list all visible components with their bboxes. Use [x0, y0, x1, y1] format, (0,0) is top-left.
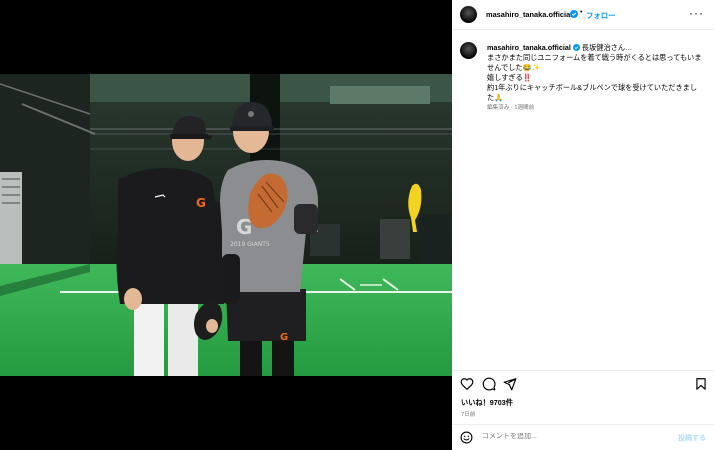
avatar[interactable]: [460, 6, 477, 23]
caption-line-6: た🙏: [487, 93, 504, 102]
left-jersey-logo: G: [196, 196, 206, 210]
photo-scene: G G 2019 GIANTS G: [0, 74, 452, 376]
caption-line-5: 約1年ぶりにキャッチボール&ブルペンで球を受けていただきまし: [487, 83, 698, 92]
post-time[interactable]: 7日前: [461, 410, 475, 418]
post-details-panel: masahiro_tanaka.official • フォロー ··· masa…: [452, 0, 714, 450]
right-shirt-text: 2019 GIANTS: [230, 241, 270, 248]
comment-divider: [452, 424, 714, 425]
heart-icon[interactable]: [460, 377, 474, 391]
caption: masahiro_tanaka.official 長坂健治さん… まさかまた同じ…: [487, 43, 709, 103]
caption-username[interactable]: masahiro_tanaka.official: [487, 43, 571, 52]
emoji-icon[interactable]: [460, 431, 473, 444]
caption-verified-badge-icon: [572, 44, 580, 51]
caption-line-3: せんでした😂✨: [487, 63, 541, 72]
header-separator: •: [580, 9, 583, 16]
caption-meta: 編集済み · 1週間前: [487, 105, 535, 111]
more-icon[interactable]: ···: [689, 6, 704, 20]
verified-badge-icon: [570, 10, 578, 18]
right-shorts-logo: G: [280, 332, 288, 343]
like-count[interactable]: いいね！9703件: [461, 398, 513, 408]
bookmark-icon[interactable]: [694, 377, 708, 391]
post-header: masahiro_tanaka.official • フォロー ···: [452, 0, 714, 30]
post-photo[interactable]: G G 2019 GIANTS G: [0, 74, 452, 376]
caption-text-1: 長坂健治さん…: [581, 43, 633, 52]
post-comment-button[interactable]: 投稿する: [678, 433, 706, 443]
post-media: G G 2019 GIANTS G: [0, 0, 452, 450]
caption-line-2: まさかまた同じユニフォームを着て戦う時がくるとは思ってもいま: [487, 53, 702, 62]
share-icon[interactable]: [503, 377, 517, 391]
caption-line-1: masahiro_tanaka.official 長坂健治さん…: [487, 43, 709, 53]
comment-icon[interactable]: [482, 377, 496, 391]
header-username[interactable]: masahiro_tanaka.official: [486, 10, 572, 19]
caption-line-4: 嬉しすぎる‼️: [487, 73, 532, 82]
follow-button[interactable]: フォロー: [586, 10, 616, 21]
caption-avatar[interactable]: [460, 42, 477, 59]
comment-input[interactable]: [482, 433, 662, 440]
actions-divider: [452, 370, 714, 371]
